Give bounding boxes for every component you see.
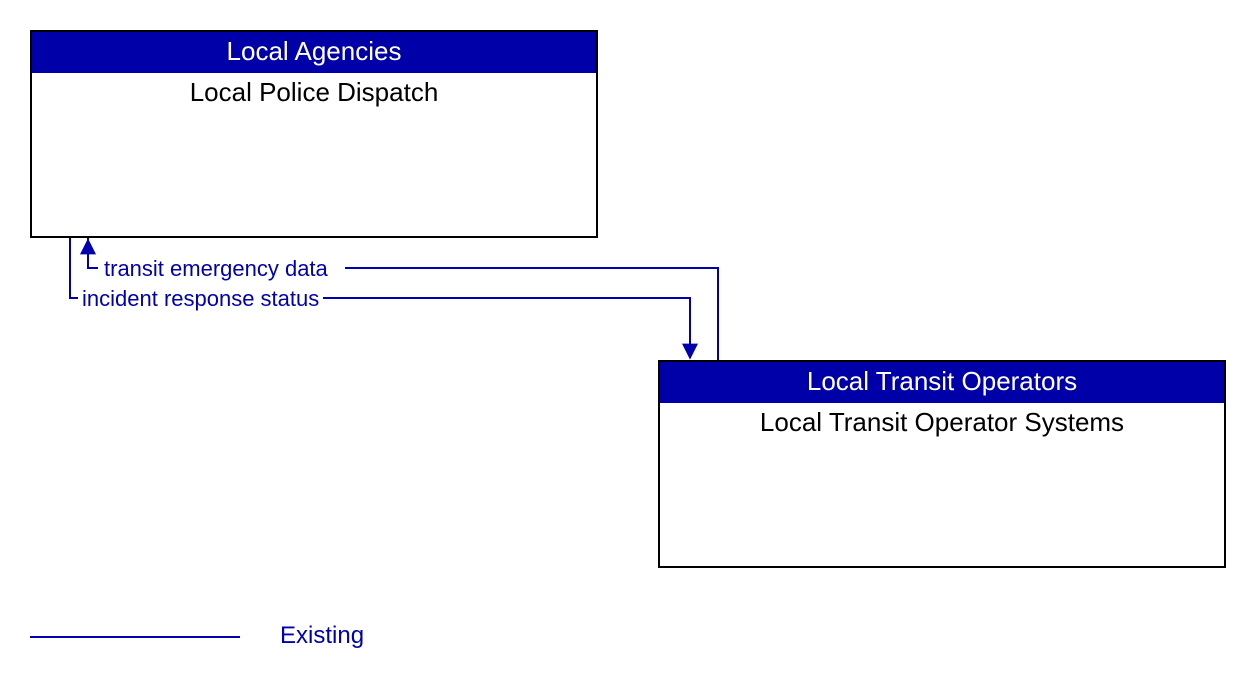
- node-local-transit-operators: Local Transit Operators Local Transit Op…: [658, 360, 1226, 568]
- node-header-local-transit-operators: Local Transit Operators: [660, 362, 1224, 403]
- node-body-local-police-dispatch: Local Police Dispatch: [32, 73, 596, 108]
- node-header-local-agencies: Local Agencies: [32, 32, 596, 73]
- node-local-agencies: Local Agencies Local Police Dispatch: [30, 30, 598, 238]
- flow-label-transit-emergency-data: transit emergency data: [100, 256, 332, 282]
- node-body-local-transit-operator-systems: Local Transit Operator Systems: [660, 403, 1224, 438]
- flow-label-incident-response-status: incident response status: [78, 286, 323, 312]
- legend-line-existing: [30, 636, 240, 638]
- legend-label-existing: Existing: [280, 622, 364, 650]
